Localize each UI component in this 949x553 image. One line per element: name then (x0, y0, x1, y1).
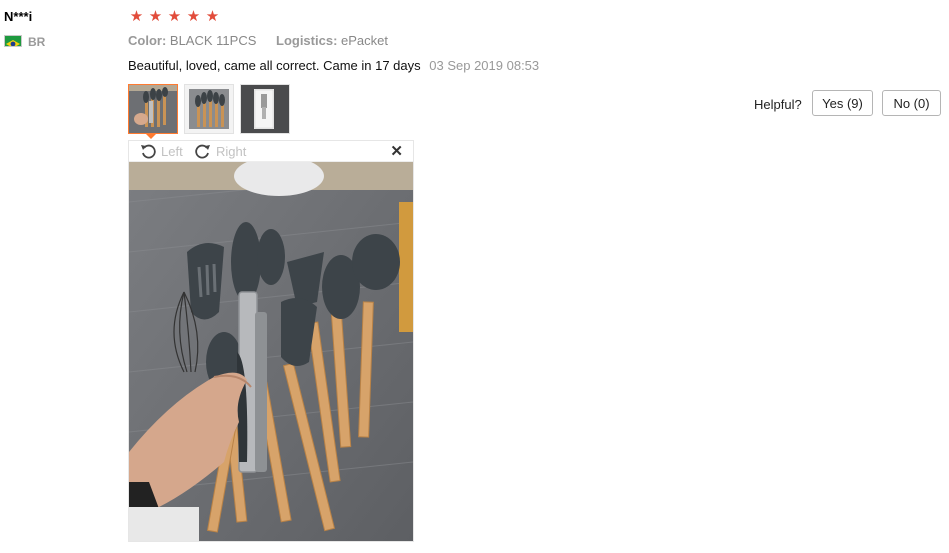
rotate-left-icon (141, 144, 156, 159)
utensils-photo-thumb (129, 85, 177, 133)
package-box-thumb (241, 85, 289, 133)
review-date: 03 Sep 2019 08:53 (429, 58, 540, 73)
star-icon: ★ (205, 8, 220, 25)
thumbnail-2[interactable] (184, 84, 234, 134)
star-icon: ★ (167, 8, 182, 25)
helpful-no-button[interactable]: No (0) (882, 90, 941, 116)
thumbnail-3[interactable] (240, 84, 290, 134)
brazil-flag-icon (4, 35, 22, 47)
review-photo (129, 162, 413, 541)
order-attributes: Color: BLACK 11PCS Logistics: ePacket (128, 33, 404, 48)
star-icon: ★ (148, 8, 163, 25)
helpful-yes-button[interactable]: Yes (9) (812, 90, 873, 116)
rotate-left-label: Left (161, 143, 183, 159)
review-text: Beautiful, loved, came all correct. Came… (128, 58, 421, 73)
star-rating: ★ ★ ★ ★ ★ (128, 8, 221, 26)
star-icon: ★ (186, 8, 201, 25)
utensils-set-thumb (185, 85, 233, 133)
review-body: Beautiful, loved, came all correct. Came… (128, 58, 539, 73)
logistics-label: Logistics: (276, 33, 338, 48)
viewer-toolbar: Left Right ✕ (129, 141, 413, 162)
reviewer-country: BR (28, 35, 46, 49)
color-value: BLACK 11PCS (169, 33, 257, 48)
utensils-photo (129, 162, 413, 541)
color-label: Color: (128, 33, 167, 48)
rotate-right-icon (195, 144, 210, 159)
rotate-right-button[interactable]: Right (195, 143, 246, 159)
close-icon[interactable]: ✕ (390, 142, 403, 160)
review-thumbnails (128, 84, 290, 134)
logistics-value: ePacket (341, 33, 389, 48)
thumbnail-1[interactable] (128, 84, 178, 134)
rotate-right-label: Right (216, 143, 247, 159)
image-viewer: Left Right ✕ (128, 140, 414, 542)
thumbnail-selected-indicator (145, 133, 157, 139)
reviewer-name: N***i (4, 9, 33, 24)
rotate-left-button[interactable]: Left (140, 143, 183, 159)
star-icon: ★ (129, 8, 144, 25)
helpful-label: Helpful? (754, 97, 802, 112)
